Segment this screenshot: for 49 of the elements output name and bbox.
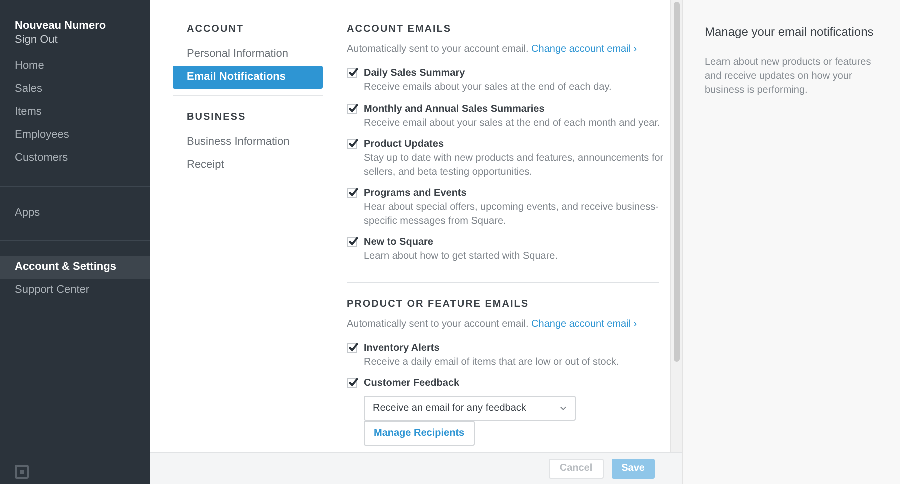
- nav-item[interactable]: Email Notifications: [173, 66, 323, 89]
- section-heading: ACCOUNT EMAILS: [347, 23, 453, 37]
- nav-heading: BUSINESS: [186, 111, 248, 125]
- option-description: Learn about how to get started with Square.: [364, 250, 560, 264]
- sidebar-item[interactable]: Home: [0, 55, 150, 78]
- sidebar-item[interactable]: Customers: [0, 147, 150, 170]
- checkbox[interactable]: [347, 378, 357, 388]
- sidebar-item[interactable]: Employees: [0, 124, 150, 147]
- checkbox[interactable]: [347, 68, 357, 78]
- checkbox[interactable]: [347, 342, 357, 352]
- section-note: Automatically sent to your account email.: [347, 318, 529, 330]
- change-email-link[interactable]: Change account email ›: [532, 318, 638, 330]
- option-description: Receive a daily email of items that are low or out of stock.: [364, 356, 620, 369]
- scrollbar[interactable]: [670, 0, 682, 452]
- help-title: Manage your email notifications: [705, 24, 875, 41]
- checkbox[interactable]: [347, 237, 357, 247]
- option-title: Monthly and Annual Sales Summaries: [364, 102, 546, 116]
- option-title: Customer Feedback: [364, 377, 461, 390]
- option-title: Daily Sales Summary: [364, 67, 466, 80]
- option-description: Hear about special offers, upcoming events, and receive business-specific messages from Square.: [364, 201, 660, 228]
- nav-heading: ACCOUNT: [186, 23, 245, 37]
- sidebar-item[interactable]: Sales: [0, 78, 150, 101]
- checkbox[interactable]: [347, 139, 357, 149]
- change-email-link[interactable]: Change account email ›: [532, 44, 638, 55]
- sidebar-item[interactable]: Items: [0, 101, 150, 124]
- option-title: New to Square: [364, 236, 434, 249]
- checkbox[interactable]: [347, 188, 357, 198]
- user-name: Nouveau Numero: [14, 19, 108, 33]
- dropdown[interactable]: Receive an email for any feedback: [364, 396, 576, 421]
- option-title: Inventory Alerts: [364, 342, 441, 354]
- section-heading: PRODUCT OR FEATURE EMAILS: [347, 298, 530, 312]
- checkbox[interactable]: [347, 104, 357, 114]
- chevron-down-icon: [560, 406, 567, 411]
- section-note: Automatically sent to your account email.: [347, 44, 529, 55]
- option-description: Receive email about your sales at the end of each month and year.: [364, 116, 662, 130]
- nav-item[interactable]: Business Information: [173, 131, 323, 154]
- logo-icon: [15, 465, 29, 479]
- help-text: Learn about new products or features and receive updates on how your business is performing.: [705, 56, 872, 98]
- option-description: Stay up to date with new products and features, announcements for sellers, and beta testing opportunities.: [364, 152, 664, 179]
- option-title: Product Updates: [364, 138, 446, 151]
- sidebar-item[interactable]: Apps: [0, 202, 150, 225]
- sidebar-item[interactable]: Account & Settings: [0, 256, 150, 279]
- sign-out-link[interactable]: Sign Out: [0, 33, 73, 47]
- manage-recipients-button[interactable]: Manage Recipients: [364, 421, 475, 446]
- sidebar-item[interactable]: Support Center: [0, 279, 150, 302]
- nav-item[interactable]: Receipt: [173, 154, 323, 177]
- nav-item[interactable]: Personal Information: [173, 43, 323, 66]
- option-description: Receive emails about your sales at the end of each day.: [364, 81, 613, 94]
- option-title: Programs and Events: [364, 187, 468, 200]
